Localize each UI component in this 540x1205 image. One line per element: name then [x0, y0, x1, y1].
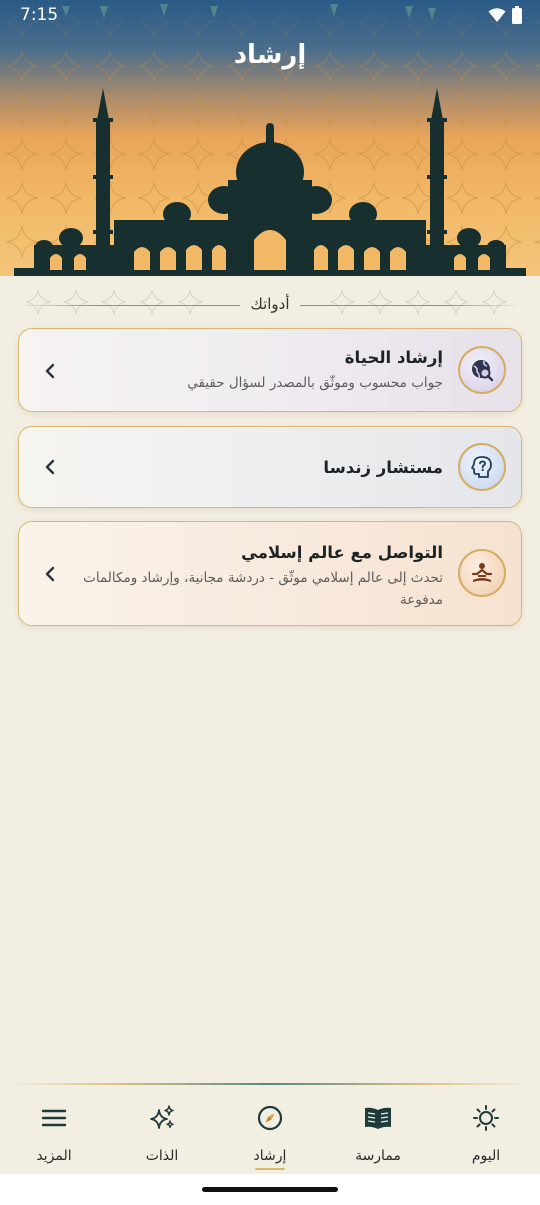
sparkles-icon: [146, 1102, 178, 1134]
book-icon: [362, 1102, 394, 1134]
nav-label: المزيد: [36, 1148, 72, 1164]
nav-label: إرشاد: [253, 1148, 287, 1164]
nav-item-more[interactable]: المزيد: [9, 1102, 99, 1164]
section-header: أدواتك: [0, 278, 540, 324]
nav-item-practice[interactable]: ممارسة: [333, 1102, 423, 1164]
card-title: التواصل مع عالم إسلامي: [241, 543, 443, 562]
bottom-navigation: اليوم ممارسة إرشاد الذات المزيد: [0, 1086, 540, 1174]
connect-scholar-card[interactable]: التواصل مع عالم إسلامي تحدث إلى عالم إسل…: [18, 521, 522, 626]
life-guidance-card[interactable]: إرشاد الحياة جواب محسوب وموثّق بالمصدر ل…: [18, 328, 522, 412]
nav-label: الذات: [145, 1148, 179, 1164]
mosque-silhouette-illustration: [14, 88, 526, 276]
bottom-nav-divider: [10, 1083, 530, 1085]
chevron-left-icon: [45, 459, 55, 475]
card-title: إرشاد الحياة: [344, 348, 443, 367]
card-description: جواب محسوب وموثّق بالمصدر لسؤال حقيقي: [187, 375, 443, 391]
nav-item-today[interactable]: اليوم: [441, 1102, 531, 1164]
nav-item-guidance[interactable]: إرشاد: [225, 1102, 315, 1170]
card-description: تحدث إلى عالم إسلامي موثّق - دردشة مجاني…: [83, 570, 443, 608]
nav-label: ممارسة: [355, 1148, 401, 1164]
chevron-left-icon: [45, 566, 55, 582]
compass-icon: [254, 1102, 286, 1134]
nav-item-self[interactable]: الذات: [117, 1102, 207, 1164]
globe-search-icon: [458, 346, 506, 394]
head-question-icon: [458, 443, 506, 491]
home-indicator[interactable]: [202, 1187, 338, 1192]
active-tab-indicator: [255, 1168, 285, 1170]
section-title: أدواتك: [240, 295, 300, 313]
status-time: 7:15: [20, 5, 59, 25]
status-bar: 7:15: [0, 0, 540, 30]
chevron-left-icon: [45, 363, 55, 379]
menu-icon: [38, 1102, 70, 1134]
nav-label: اليوم: [471, 1148, 501, 1164]
meditating-person-icon: [458, 549, 506, 597]
card-title: مستشار زندسا: [323, 458, 443, 477]
hero-banner: 7:15 إرشاد: [0, 0, 540, 276]
battery-icon: [512, 6, 522, 24]
page-title: إرشاد: [233, 40, 307, 70]
wifi-icon: [488, 8, 506, 22]
zindsa-advisor-card[interactable]: مستشار زندسا: [18, 426, 522, 508]
sun-icon: [470, 1102, 502, 1134]
